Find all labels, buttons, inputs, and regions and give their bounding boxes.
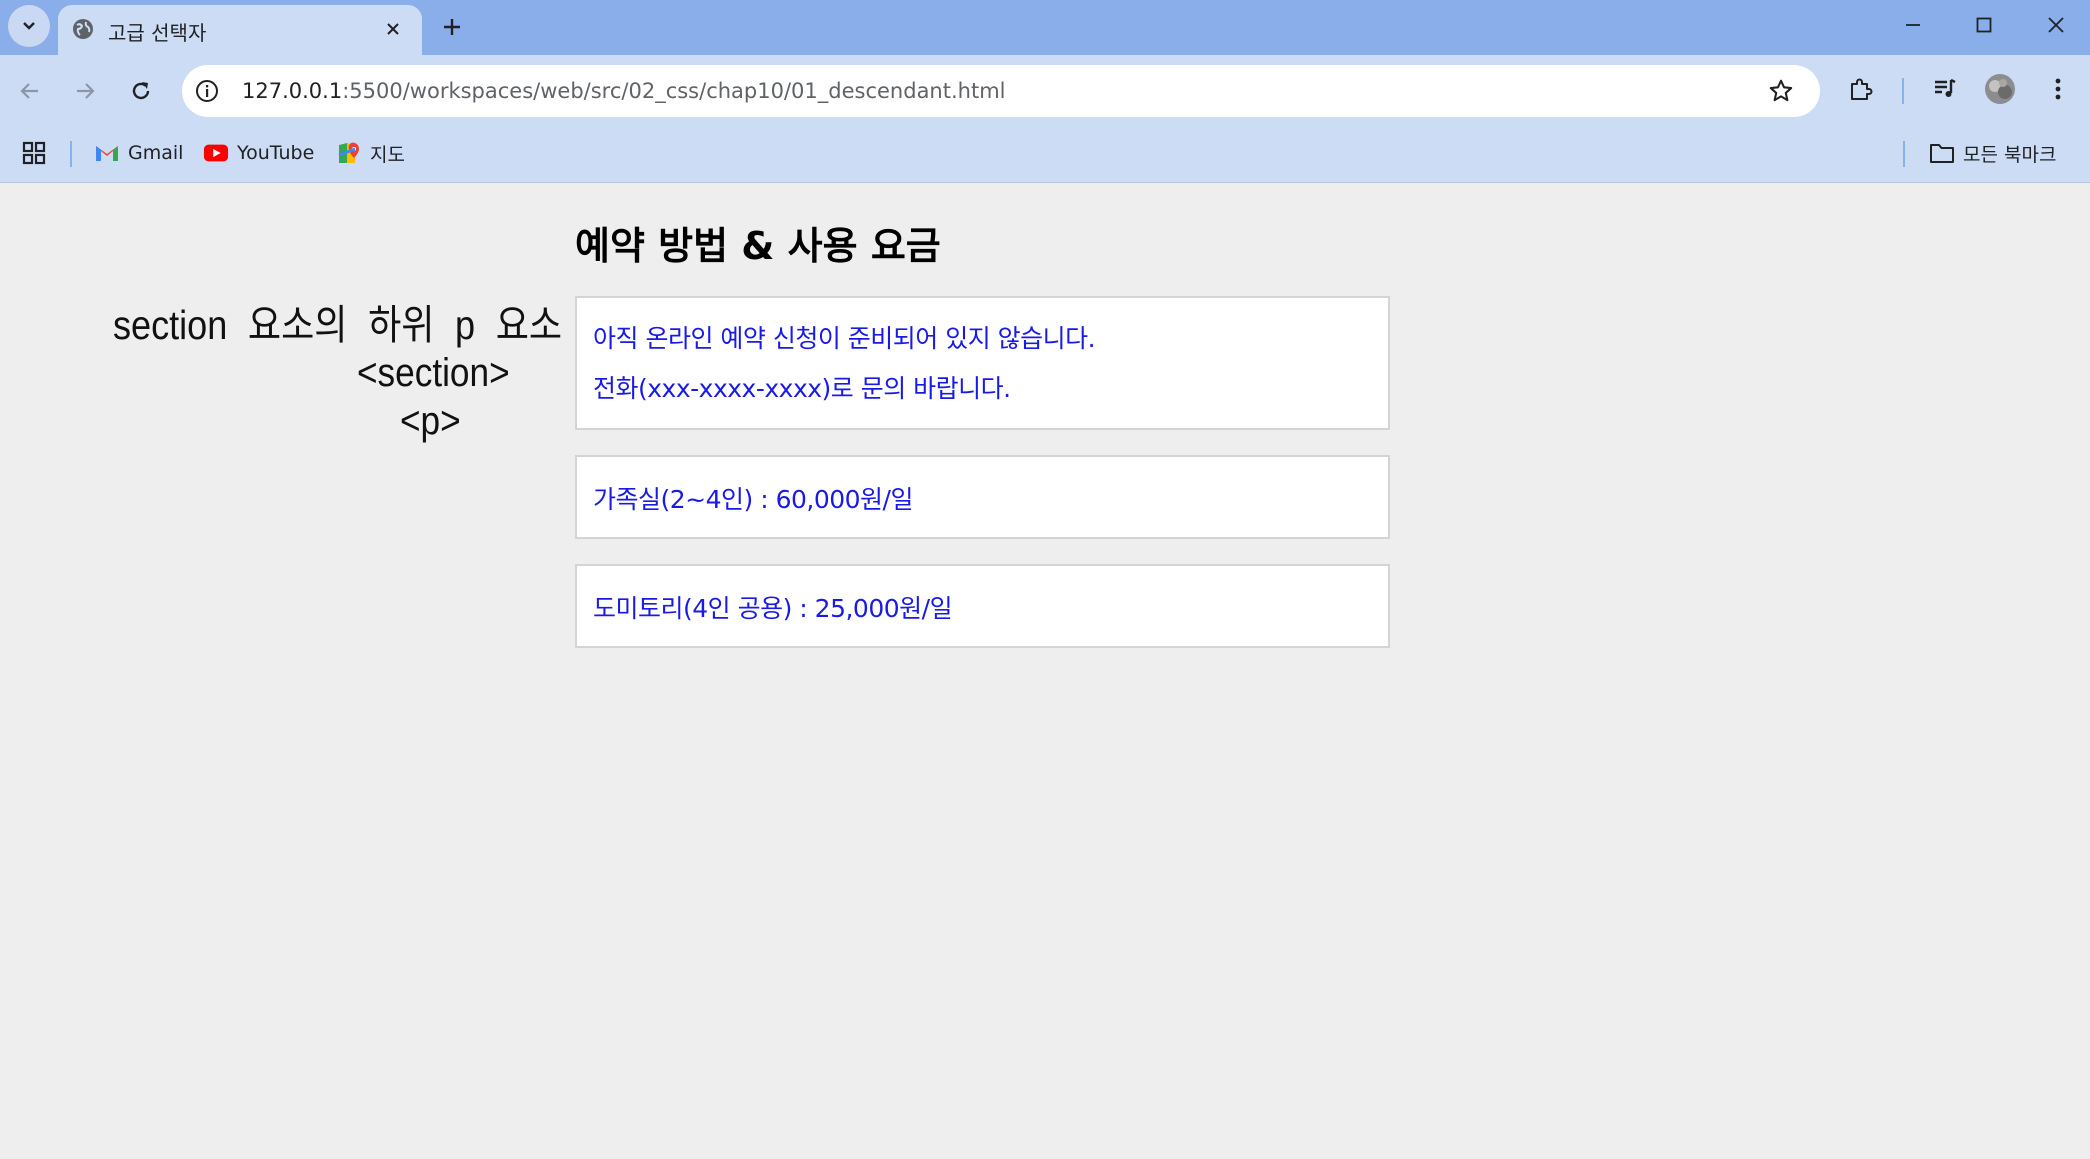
maximize-button[interactable] — [1964, 8, 2004, 42]
bookmarks-bar: Gmail YouTube 지도 모든 북마크 — [0, 127, 2090, 183]
section-paragraph: 아직 온라인 예약 신청이 준비되어 있지 않습니다. — [593, 324, 1096, 353]
bookmark-gmail[interactable]: Gmail — [94, 137, 183, 169]
maximize-icon — [1976, 17, 1992, 33]
address-bar[interactable]: 127.0.0.1:5500/workspaces/web/src/02_css… — [182, 65, 1820, 117]
maps-icon — [336, 140, 362, 166]
playlist-music-icon — [1935, 78, 1956, 97]
apps-button[interactable] — [22, 137, 46, 169]
all-bookmarks-button[interactable]: 모든 북마크 — [1929, 137, 2056, 169]
bookmark-maps[interactable]: 지도 — [336, 137, 405, 169]
profile-button[interactable] — [1982, 71, 2018, 107]
reload-icon — [132, 82, 150, 100]
section-dormitory: 도미토리(4인 공용) : 25,000원/일 — [575, 564, 1390, 648]
chevron-down-icon — [23, 22, 35, 30]
page-viewport: section 요소의 하위 p 요소 <section> <p> 예약 방법 … — [0, 183, 2090, 1159]
new-tab-button[interactable] — [438, 13, 466, 41]
extensions-button[interactable] — [1843, 71, 1879, 107]
toolbar: 127.0.0.1:5500/workspaces/web/src/02_css… — [0, 55, 2090, 127]
page-heading: 예약 방법 & 사용 요금 — [575, 224, 941, 268]
close-icon — [2048, 17, 2064, 33]
annotation-line-1: section 요소의 하위 p 요소 — [113, 302, 563, 348]
puzzle-icon — [1851, 78, 1873, 100]
forward-button[interactable] — [66, 72, 104, 110]
toolbar-divider — [1902, 78, 1904, 104]
more-vert-icon — [2055, 78, 2061, 100]
reload-button[interactable] — [122, 72, 160, 110]
bookmarks-divider — [70, 141, 72, 167]
section-family-room: 가족실(2~4인) : 60,000원/일 — [575, 455, 1390, 539]
annotation-line-2: <section> — [357, 351, 510, 395]
media-controls-button[interactable] — [1927, 71, 1963, 107]
back-arrow-icon — [20, 83, 38, 99]
section-paragraph: 가족실(2~4인) : 60,000원/일 — [593, 485, 913, 514]
section-reservation-method: 아직 온라인 예약 신청이 준비되어 있지 않습니다. 전화(xxx-xxxx-… — [575, 296, 1390, 430]
annotation-line-3: <p> — [400, 399, 461, 443]
url-text: 127.0.0.1:5500/workspaces/web/src/02_css… — [242, 79, 1006, 103]
plus-icon — [444, 19, 460, 35]
close-window-button[interactable] — [2036, 8, 2076, 42]
minimize-button[interactable] — [1893, 8, 1933, 42]
bookmark-youtube[interactable]: YouTube — [203, 137, 314, 169]
section-paragraph: 도미토리(4인 공용) : 25,000원/일 — [593, 594, 953, 623]
folder-icon — [1929, 140, 1955, 166]
youtube-icon — [203, 140, 229, 166]
minimize-icon — [1906, 24, 1920, 26]
gmail-icon — [94, 140, 120, 166]
apps-grid-icon — [22, 141, 46, 165]
tab-close-icon[interactable] — [382, 18, 404, 40]
tab-active[interactable]: 고급 선택자 — [58, 5, 422, 55]
tab-search-button[interactable] — [8, 5, 50, 47]
bookmarks-divider-right — [1903, 141, 1905, 167]
tab-title: 고급 선택자 — [108, 21, 207, 45]
avatar — [1985, 74, 2015, 104]
back-button[interactable] — [11, 72, 49, 110]
bookmark-star-icon[interactable] — [1768, 78, 1794, 104]
forward-arrow-icon — [77, 83, 95, 99]
section-paragraph: 전화(xxx-xxxx-xxxx)로 문의 바랍니다. — [593, 374, 1011, 403]
globe-icon — [73, 19, 93, 39]
site-info-icon[interactable] — [194, 78, 220, 104]
tab-strip: 고급 선택자 — [0, 0, 2090, 55]
menu-button[interactable] — [2040, 71, 2076, 107]
